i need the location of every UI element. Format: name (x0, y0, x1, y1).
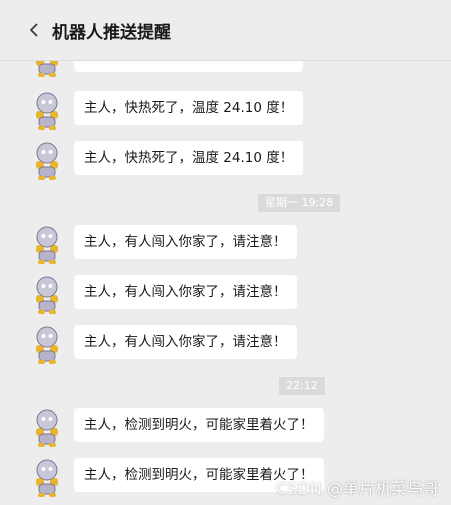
back-chevron-icon[interactable] (26, 22, 42, 38)
message-row: 主人，快热死了，温度 24.10 度！ (0, 91, 451, 131)
robot-avatar-icon[interactable] (30, 458, 64, 498)
robot-avatar-icon[interactable] (30, 275, 64, 315)
robot-avatar-icon[interactable] (30, 325, 64, 365)
robot-avatar-icon[interactable] (30, 141, 64, 181)
message-row: 主人，有人闯入你家了，请注意！ (0, 275, 451, 315)
chat-area: 主人，快热死了，温度 24.10 度！ 主人，快热死了，温度 24.10 度！ (0, 0, 451, 505)
message-bubble[interactable]: 主人，有人闯入你家了，请注意！ (74, 275, 297, 309)
message-row: 主人，检测到明火，可能家里着火了！ (0, 408, 451, 448)
page-title: 机器人推送提醒 (52, 22, 171, 43)
message-bubble[interactable]: 主人，快热死了，温度 24.10 度！ (74, 91, 304, 125)
message-bubble[interactable]: 主人，有人闯入你家了，请注意！ (74, 325, 297, 359)
robot-avatar-icon[interactable] (30, 225, 64, 265)
robot-avatar-icon[interactable] (30, 408, 64, 448)
message-row: 主人，有人闯入你家了，请注意！ (0, 325, 451, 365)
message-row: 主人，快热死了，温度 24.10 度！ (0, 141, 451, 181)
message-bubble[interactable]: 主人，有人闯入你家了，请注意！ (74, 225, 297, 259)
chat-header: 机器人推送提醒 (0, 0, 451, 61)
message-bubble[interactable]: 主人，快热死了，温度 24.10 度！ (74, 141, 304, 175)
csdn-watermark: CSDN @单片机菜鸟哥 (276, 479, 439, 498)
robot-avatar-icon[interactable] (30, 91, 64, 131)
timestamp: 22:12 (279, 377, 325, 395)
message-bubble[interactable]: 主人，检测到明火，可能家里着火了！ (74, 408, 324, 442)
message-row: 主人，有人闯入你家了，请注意！ (0, 225, 451, 265)
timestamp: 星期一 19:28 (258, 194, 341, 212)
